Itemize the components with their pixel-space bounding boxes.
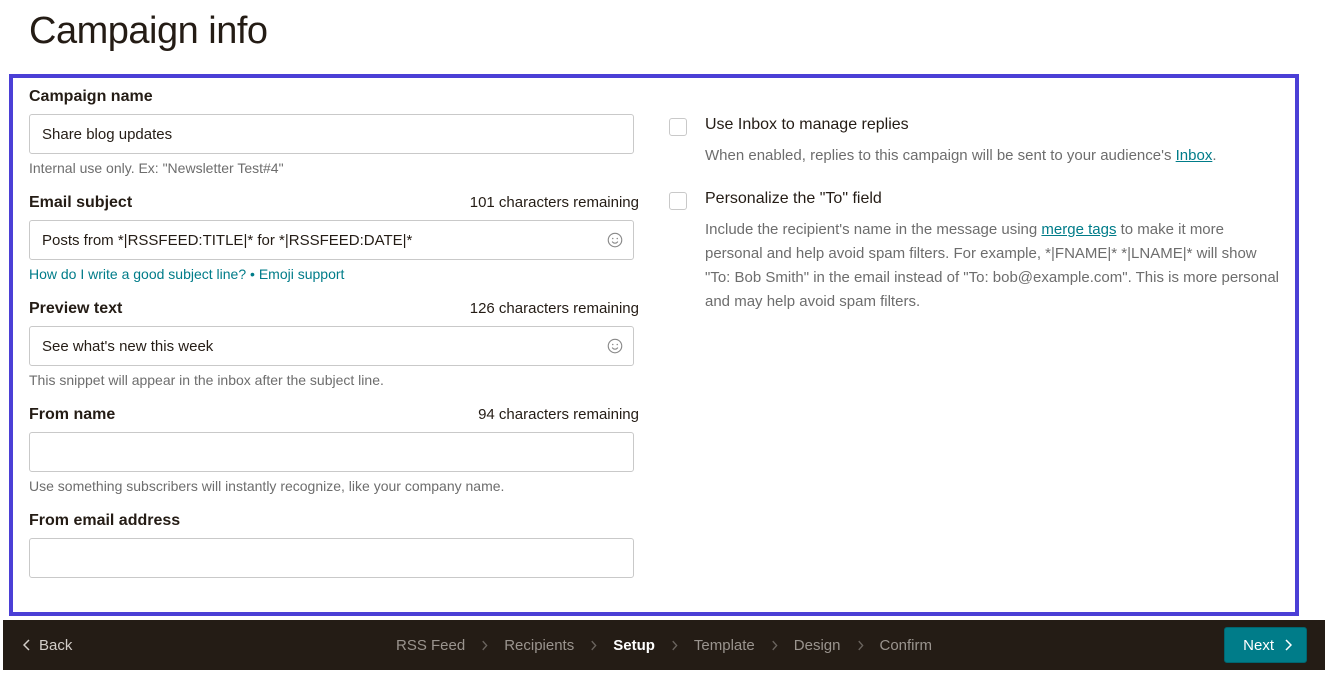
email-subject-links: How do I write a good subject line? • Em… xyxy=(29,266,639,282)
field-email-subject: Email subject 101 characters remaining H… xyxy=(29,194,639,282)
from-name-help: Use something subscribers will instantly… xyxy=(29,478,639,494)
email-subject-input[interactable] xyxy=(29,220,634,260)
emoji-picker-icon[interactable] xyxy=(604,229,626,251)
option-personalize-to: Personalize the "To" field Include the r… xyxy=(669,190,1284,314)
inbox-link[interactable]: Inbox xyxy=(1176,147,1213,164)
campaign-name-label: Campaign name xyxy=(29,88,153,106)
use-inbox-label: Use Inbox to manage replies xyxy=(705,116,909,134)
preview-text-remaining: 126 characters remaining xyxy=(470,300,639,317)
subject-line-help-link[interactable]: How do I write a good subject line? xyxy=(29,266,246,282)
next-button-label: Next xyxy=(1243,637,1274,654)
chevron-right-icon xyxy=(771,640,778,651)
from-name-label: From name xyxy=(29,406,115,424)
form-area: Campaign name Internal use only. Ex: "Ne… xyxy=(29,88,1289,608)
field-from-email: From email address xyxy=(29,512,639,578)
chevron-right-icon xyxy=(1284,639,1292,651)
breadcrumb-step-rss-feed[interactable]: RSS Feed xyxy=(396,637,465,654)
back-button[interactable]: Back xyxy=(23,637,72,654)
breadcrumb-step-recipients[interactable]: Recipients xyxy=(504,637,574,654)
right-column: Use Inbox to manage replies When enabled… xyxy=(669,116,1284,336)
emoji-support-link[interactable]: Emoji support xyxy=(259,266,345,282)
preview-text-label: Preview text xyxy=(29,300,122,318)
from-email-label: From email address xyxy=(29,512,180,530)
campaign-name-help: Internal use only. Ex: "Newsletter Test#… xyxy=(29,160,639,176)
field-campaign-name: Campaign name Internal use only. Ex: "Ne… xyxy=(29,88,639,176)
breadcrumb-step-template[interactable]: Template xyxy=(694,637,755,654)
breadcrumb-step-setup[interactable]: Setup xyxy=(613,637,655,654)
chevron-right-icon xyxy=(856,640,863,651)
personalize-to-label: Personalize the "To" field xyxy=(705,190,882,208)
from-name-input[interactable] xyxy=(29,432,634,472)
campaign-name-input[interactable] xyxy=(29,114,634,154)
merge-tags-link[interactable]: merge tags xyxy=(1041,221,1116,238)
wizard-breadcrumb: RSS Feed Recipients Setup Template Design Con… xyxy=(396,637,932,654)
left-column: Campaign name Internal use only. Ex: "Ne… xyxy=(29,88,639,596)
back-button-label: Back xyxy=(39,637,72,654)
personalize-to-checkbox[interactable] xyxy=(669,192,687,210)
breadcrumb-step-design[interactable]: Design xyxy=(794,637,841,654)
next-button[interactable]: Next xyxy=(1224,627,1307,663)
personalize-to-desc: Include the recipient's name in the mess… xyxy=(705,218,1285,314)
email-subject-remaining: 101 characters remaining xyxy=(470,194,639,211)
email-subject-label: Email subject xyxy=(29,194,132,212)
emoji-picker-icon[interactable] xyxy=(604,335,626,357)
chevron-right-icon xyxy=(481,640,488,651)
use-inbox-desc: When enabled, replies to this campaign w… xyxy=(705,144,1285,168)
field-from-name: From name 94 characters remaining Use so… xyxy=(29,406,639,494)
bottom-bar: Back RSS Feed Recipients Setup Template Desi… xyxy=(3,620,1325,670)
preview-text-input[interactable] xyxy=(29,326,634,366)
chevron-right-icon xyxy=(671,640,678,651)
field-preview-text: Preview text 126 characters remaining Th… xyxy=(29,300,639,388)
from-name-remaining: 94 characters remaining xyxy=(478,406,639,423)
page-title: Campaign info xyxy=(29,10,268,53)
option-use-inbox: Use Inbox to manage replies When enabled… xyxy=(669,116,1284,168)
from-email-input[interactable] xyxy=(29,538,634,578)
chevron-right-icon xyxy=(590,640,597,651)
preview-text-help: This snippet will appear in the inbox af… xyxy=(29,372,639,388)
chevron-left-icon xyxy=(23,639,31,651)
breadcrumb-step-confirm[interactable]: Confirm xyxy=(879,637,932,654)
use-inbox-checkbox[interactable] xyxy=(669,118,687,136)
